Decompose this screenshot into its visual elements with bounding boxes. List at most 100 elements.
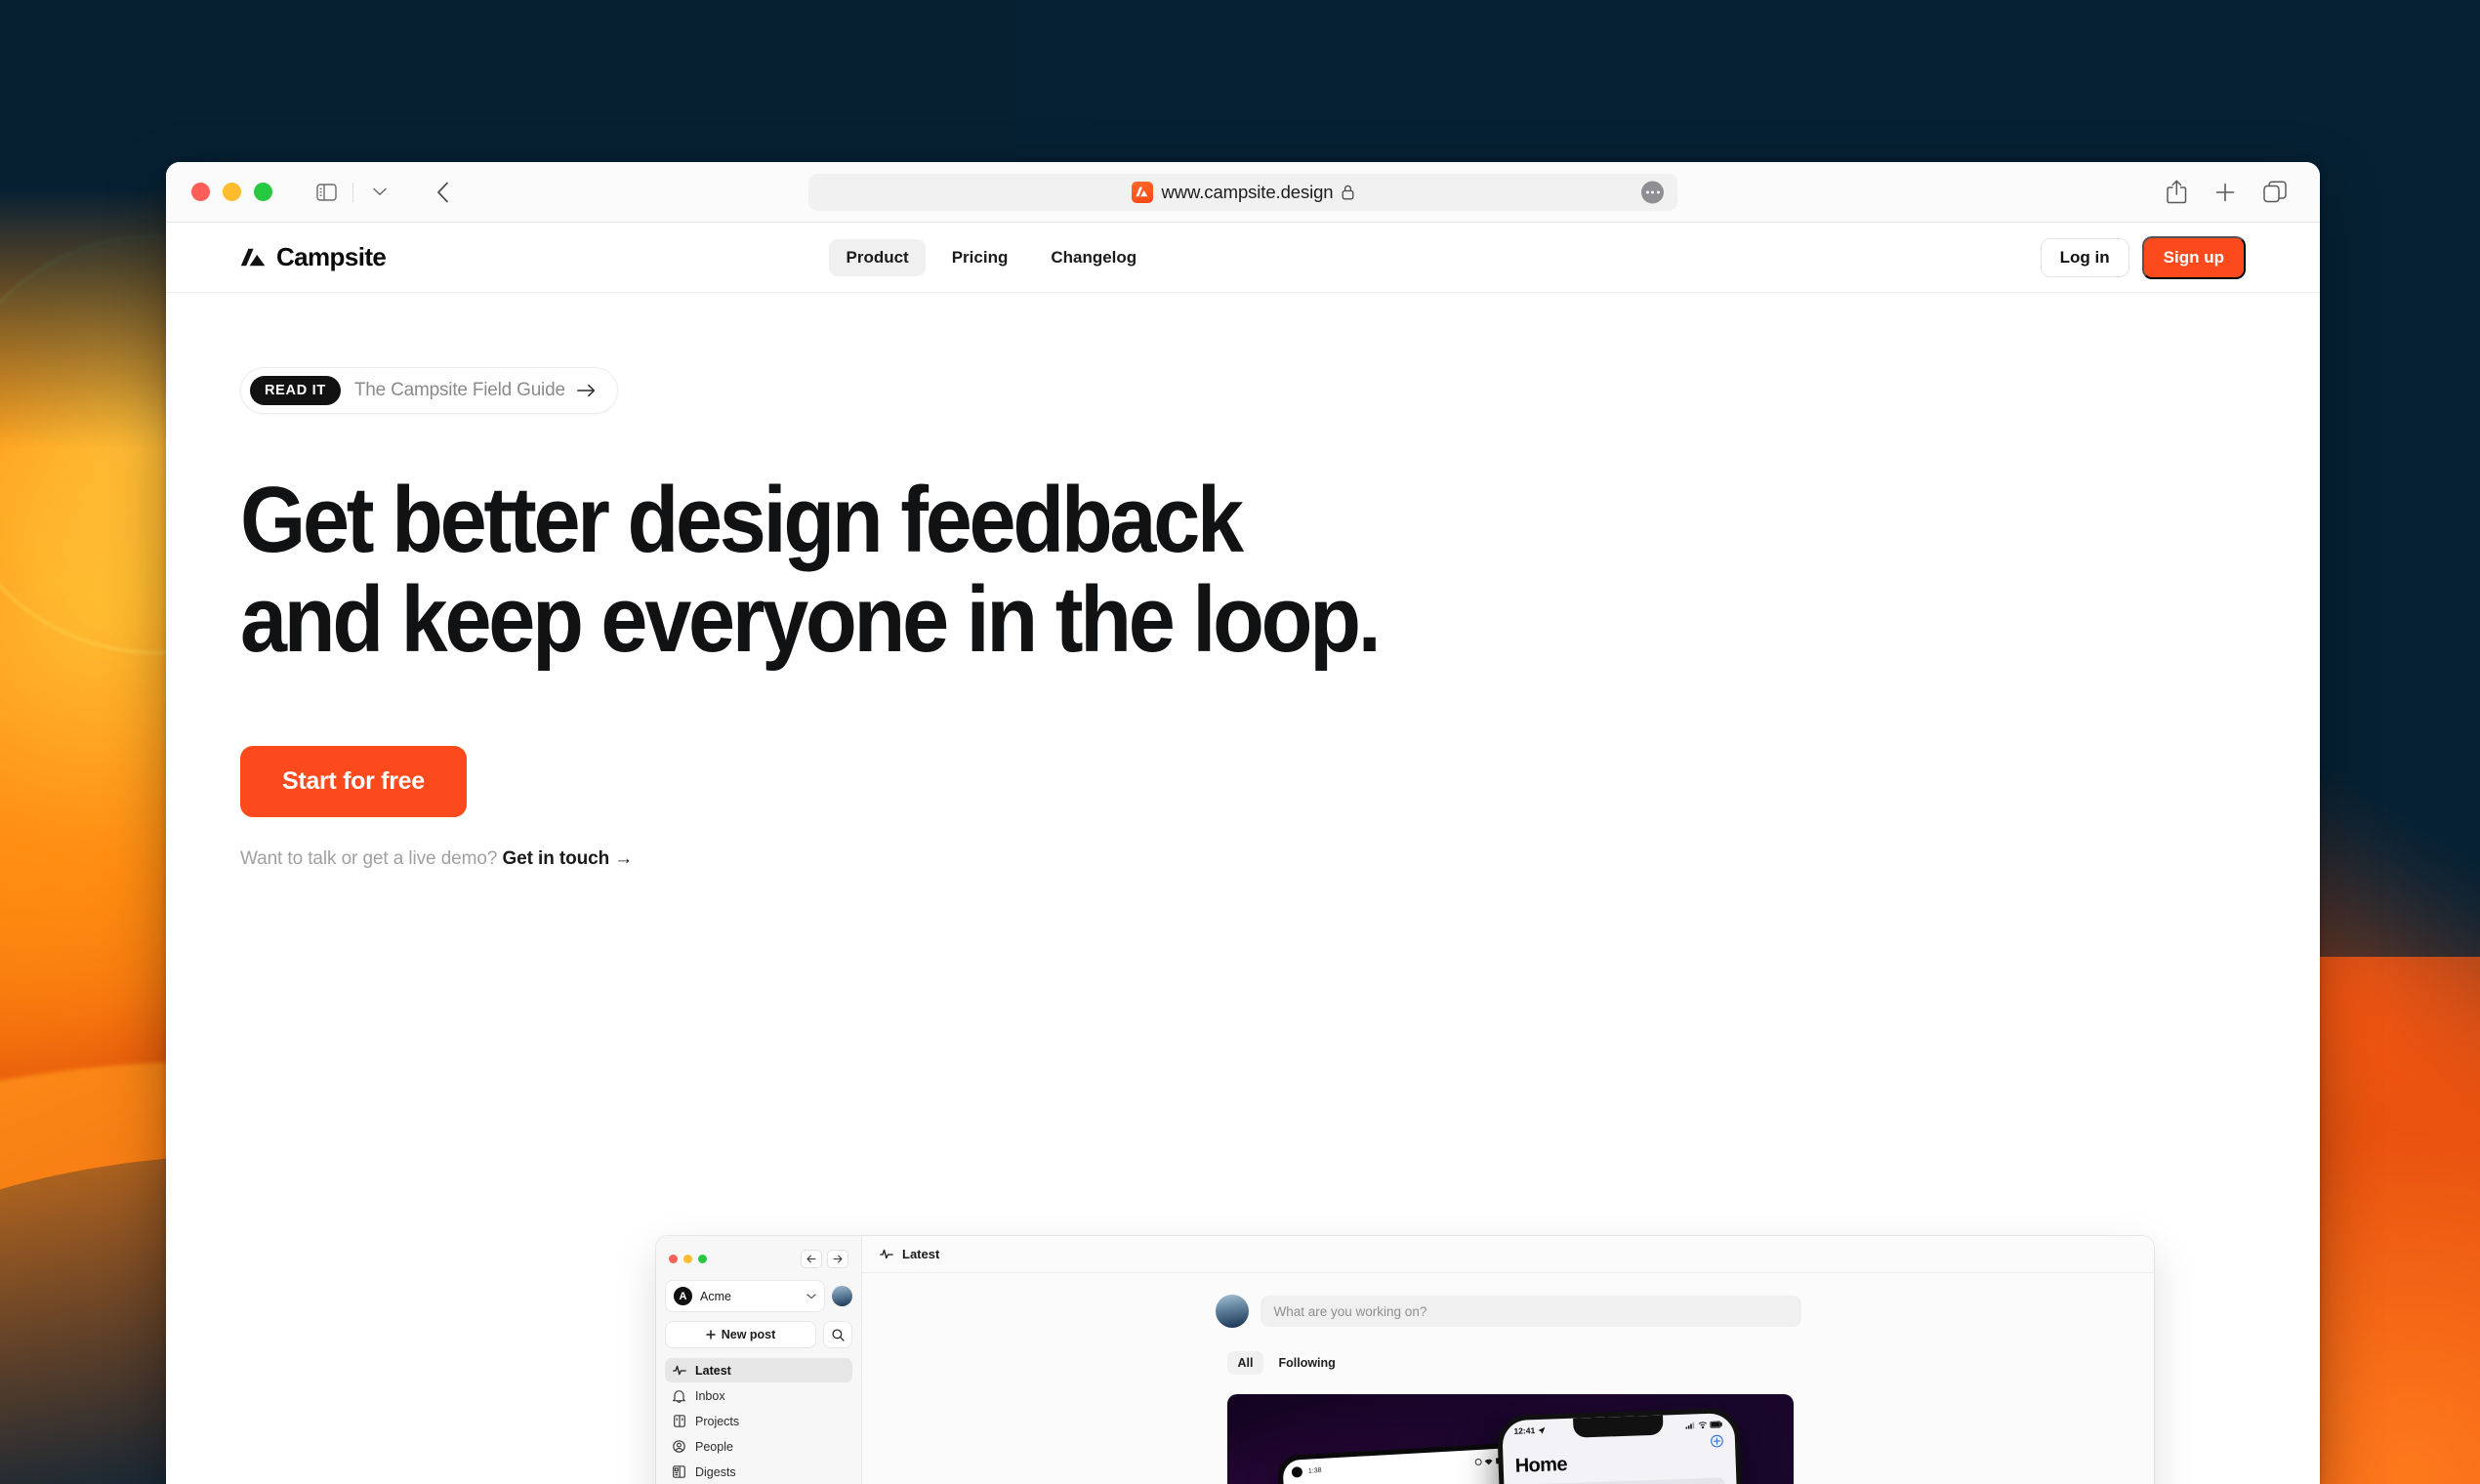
chevron-down-icon bbox=[806, 1293, 816, 1299]
app-minimize-button[interactable] bbox=[683, 1255, 692, 1263]
new-post-button[interactable]: New post bbox=[665, 1321, 816, 1348]
app-feed: What are you working on? All Following 1… bbox=[862, 1273, 2154, 1484]
cellular-icon bbox=[1684, 1422, 1694, 1429]
iphone-mockup: 12:41 Home bbox=[1496, 1407, 1751, 1484]
nav-auth-group: Log in Sign up bbox=[2040, 235, 2246, 279]
sidebar-item-label: Inbox bbox=[695, 1388, 725, 1403]
battery-icon bbox=[1709, 1420, 1722, 1428]
app-traffic-lights bbox=[669, 1255, 707, 1263]
nav-link-changelog[interactable]: Changelog bbox=[1034, 239, 1153, 276]
sidebar-item-label: People bbox=[695, 1439, 733, 1454]
ios-search-input[interactable]: Search GitHub bbox=[1514, 1477, 1725, 1484]
chevron-down-icon[interactable] bbox=[361, 176, 398, 209]
toolbar-left-group bbox=[308, 176, 461, 209]
window-traffic-lights bbox=[191, 183, 272, 201]
sidebar-item-latest[interactable]: Latest bbox=[665, 1358, 852, 1382]
demo-line: Want to talk or get a live demo? Get in … bbox=[240, 848, 2246, 870]
brand-logo[interactable]: Campsite bbox=[240, 242, 387, 272]
app-back-icon[interactable] bbox=[801, 1250, 822, 1268]
address-bar-wrapper: www.campsite.design bbox=[808, 173, 1677, 211]
announcement-text: The Campsite Field Guide bbox=[353, 380, 565, 400]
new-post-label: New post bbox=[721, 1328, 776, 1341]
nav-link-pricing[interactable]: Pricing bbox=[935, 239, 1025, 276]
ios-screen: 12:41 Home bbox=[1501, 1412, 1746, 1484]
ios-time: 12:41 bbox=[1512, 1425, 1535, 1436]
avatar[interactable] bbox=[1215, 1295, 1249, 1328]
demo-prefix-text: Want to talk or get a live demo? bbox=[240, 847, 503, 869]
brand-name: Campsite bbox=[276, 242, 387, 271]
zoom-button[interactable] bbox=[254, 183, 272, 201]
app-main-panel: Latest What are you working on? All Foll… bbox=[862, 1236, 2154, 1484]
announcement-badge: READ IT bbox=[250, 376, 341, 405]
sidebar-item-label: Latest bbox=[695, 1363, 731, 1378]
safari-window: www.campsite.design Campsite Product Pri… bbox=[166, 162, 2320, 1484]
digest-icon bbox=[672, 1464, 686, 1479]
location-arrow-icon bbox=[1537, 1426, 1545, 1434]
app-forward-icon[interactable] bbox=[827, 1250, 848, 1268]
sidebar-item-people[interactable]: People bbox=[665, 1434, 852, 1459]
sidebar-item-label: Digests bbox=[695, 1464, 736, 1479]
app-preview-window: A Acme New post Latest Inbox Projects Pe… bbox=[656, 1236, 2154, 1484]
app-header-title: Latest bbox=[902, 1247, 940, 1261]
desktop-wallpaper: www.campsite.design Campsite Product Pri… bbox=[0, 0, 2480, 1484]
workspace-avatar: A bbox=[674, 1287, 692, 1305]
plus-icon[interactable] bbox=[2214, 182, 2236, 203]
tab-following[interactable]: Following bbox=[1267, 1351, 1345, 1375]
activity-icon bbox=[672, 1363, 686, 1378]
composer-input[interactable]: What are you working on? bbox=[1260, 1296, 1801, 1327]
address-bar[interactable]: www.campsite.design bbox=[808, 173, 1677, 211]
workspace-row: A Acme bbox=[665, 1280, 852, 1312]
android-time: 1:38 bbox=[1307, 1466, 1322, 1475]
app-sidebar-topbar bbox=[665, 1236, 852, 1276]
campsite-logo-icon bbox=[240, 248, 266, 267]
site-navbar: Campsite Product Pricing Changelog Log i… bbox=[166, 223, 2320, 293]
webpage-content: Campsite Product Pricing Changelog Log i… bbox=[166, 223, 2320, 1484]
sidebar-icon[interactable] bbox=[308, 176, 345, 209]
tab-all[interactable]: All bbox=[1226, 1351, 1264, 1375]
sidebar-item-label: Projects bbox=[695, 1414, 740, 1428]
book-icon bbox=[672, 1414, 686, 1428]
person-circle-icon bbox=[672, 1439, 686, 1454]
android-status-bar: 1:38 82% bbox=[1291, 1455, 1515, 1478]
back-button[interactable] bbox=[424, 176, 461, 209]
feed-column: What are you working on? All Following 1… bbox=[1215, 1295, 1801, 1484]
ios-notch bbox=[1572, 1415, 1664, 1438]
nav-links: Product Pricing Changelog bbox=[829, 238, 1153, 276]
workspace-switcher[interactable]: A Acme bbox=[665, 1280, 825, 1312]
login-button[interactable]: Log in bbox=[2040, 237, 2129, 277]
wifi-icon bbox=[1698, 1421, 1707, 1428]
avatar[interactable] bbox=[832, 1286, 852, 1306]
nav-link-product[interactable]: Product bbox=[829, 238, 926, 276]
sidebar-item-digests[interactable]: Digests bbox=[665, 1460, 852, 1484]
announcement-pill[interactable]: READ IT The Campsite Field Guide bbox=[240, 367, 618, 414]
close-button[interactable] bbox=[191, 183, 210, 201]
sidebar-item-inbox[interactable]: Inbox bbox=[665, 1383, 852, 1408]
sidebar-item-projects[interactable]: Projects bbox=[665, 1409, 852, 1433]
ellipsis-icon[interactable] bbox=[1641, 181, 1664, 203]
start-for-free-button[interactable]: Start for free bbox=[240, 745, 467, 817]
app-nav-arrows bbox=[801, 1250, 848, 1268]
tabs-icon[interactable] bbox=[2263, 181, 2287, 203]
app-close-button[interactable] bbox=[669, 1255, 678, 1263]
browser-toolbar: www.campsite.design bbox=[166, 162, 2320, 223]
post-media-image[interactable]: 1:38 82% bbox=[1226, 1394, 1794, 1484]
campsite-favicon bbox=[1131, 181, 1153, 203]
hero-section: READ IT The Campsite Field Guide Get bet… bbox=[166, 293, 2320, 870]
address-bar-content: www.campsite.design bbox=[1131, 181, 1355, 203]
post-composer: What are you working on? bbox=[1215, 1295, 1801, 1328]
minimize-button[interactable] bbox=[223, 183, 241, 201]
new-post-row: New post bbox=[665, 1321, 852, 1348]
app-zoom-button[interactable] bbox=[698, 1255, 707, 1263]
app-header: Latest bbox=[862, 1236, 2154, 1273]
signup-button[interactable]: Sign up bbox=[2141, 235, 2246, 279]
headline-line-2: and keep everyone in the loop. bbox=[240, 566, 1382, 672]
get-in-touch-link[interactable]: Get in touch → bbox=[502, 848, 633, 869]
workspace-name: Acme bbox=[700, 1289, 731, 1303]
plus-icon bbox=[705, 1330, 716, 1340]
arrow-right-icon bbox=[576, 384, 596, 397]
search-icon[interactable] bbox=[823, 1321, 852, 1348]
share-icon[interactable] bbox=[2167, 180, 2187, 204]
camera-icon bbox=[1291, 1466, 1302, 1478]
toolbar-divider bbox=[352, 182, 353, 202]
app-nav-list: Latest Inbox Projects People Digests bbox=[665, 1358, 852, 1484]
